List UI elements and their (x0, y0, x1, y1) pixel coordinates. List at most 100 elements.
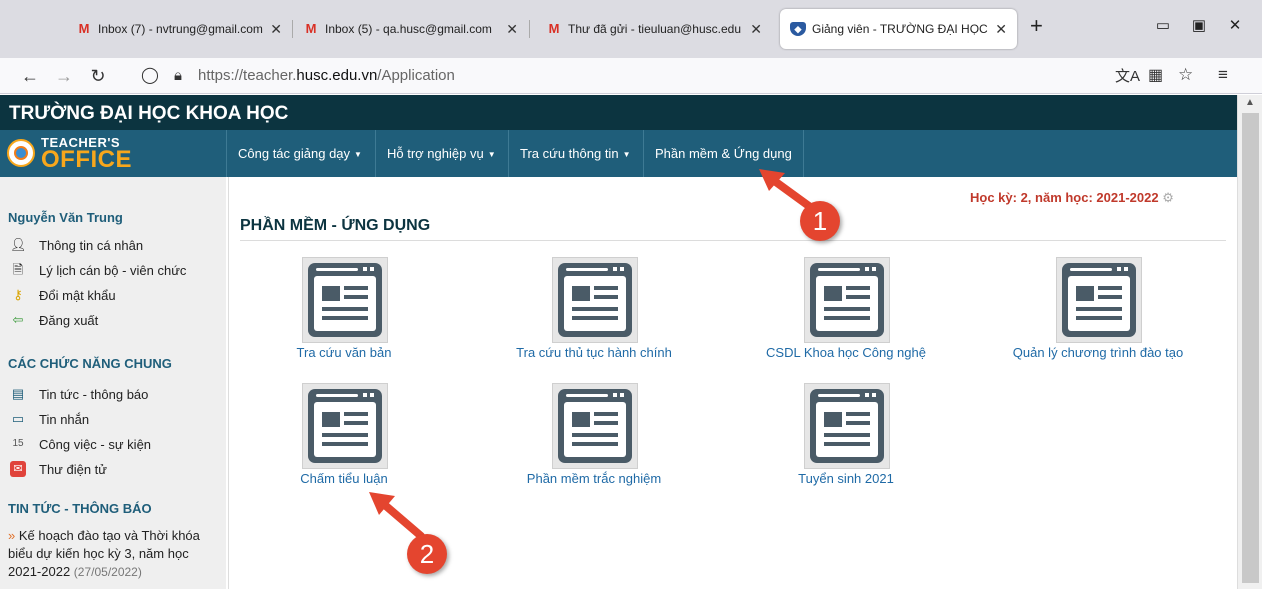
gmail-icon: M (305, 21, 317, 36)
url-prefix: https://teacher. (198, 67, 297, 84)
caret-down-icon: ▼ (622, 150, 631, 159)
sidebar: Nguyễn Văn Trung 👤︎ Thông tin cá nhân 🗎 Lý… (0, 177, 226, 589)
tab-title: Inbox (7) - nvtrung@gmail.com (98, 22, 263, 36)
new-tab-button[interactable]: + (1030, 15, 1043, 37)
app-label: Phần mềm trắc nghiệm (526, 471, 662, 486)
reload-icon[interactable]: ↻ (86, 64, 110, 88)
sidebar-item-change-password[interactable]: ⚷ Đổi mật khẩu (10, 286, 116, 304)
menu-label: Phần mềm & Ứng dụng (655, 146, 792, 161)
sidebar-item-personal-info[interactable]: 👤︎ Thông tin cá nhân (10, 236, 143, 254)
annotation-badge-2: 2 (407, 534, 447, 574)
sidebar-item-label: Công việc - sự kiện (39, 436, 152, 452)
sidebar-item-label: Đăng xuất (39, 312, 99, 328)
school-name: TRƯỜNG ĐẠI HỌC KHOA HỌC (0, 95, 1237, 130)
application-window-icon (302, 383, 388, 469)
application-window-icon (552, 257, 638, 343)
grid-icon[interactable]: ▦ (1148, 65, 1163, 85)
app-csdl-khcn[interactable]: CSDL Khoa học Công nghệ (731, 257, 961, 372)
close-icon[interactable]: ✕ (750, 21, 762, 38)
page-title: PHẦN MỀM - ỨNG DỤNG (240, 217, 1226, 241)
sidebar-item-label: Thông tin cá nhân (39, 237, 144, 253)
app-trac-nghiem[interactable]: Phần mềm trắc nghiệm (479, 383, 709, 498)
sidebar-item-label: Đổi mật khẩu (39, 287, 116, 303)
news-item[interactable]: » Kế hoạch đào tạo và Thời khóa biểu dự … (8, 527, 223, 581)
application-window-icon (804, 383, 890, 469)
star-icon[interactable]: ☆ (1178, 65, 1193, 85)
sidebar-item-cv[interactable]: 🗎 Lý lịch cán bộ - viên chức (10, 261, 187, 279)
document-icon: 🗎 (12, 262, 24, 277)
address-bar[interactable]: https://teacher.husc.edu.vn/Application (198, 67, 455, 84)
menu-ho-tro-nghiep-vu[interactable]: Hỗ trợ nghiệp vụ ▼ (375, 130, 507, 177)
key-icon: ⚷ (13, 287, 23, 302)
page-scrollbar[interactable]: ▲ (1237, 95, 1262, 589)
semester-text: Học kỳ: 2, năm học: 2021-2022 (970, 190, 1159, 205)
app-cham-tieu-luan[interactable]: Chấm tiểu luận (229, 383, 459, 498)
annotation-badge-1: 1 (800, 201, 840, 241)
sidebar-item-label: Thư điện tử (39, 461, 107, 477)
app-label: Quản lý chương trình đào tạo (1012, 345, 1184, 360)
tab-strip: M Inbox (7) - nvtrung@gmail.com ✕ M Inbo… (0, 0, 1262, 58)
nav-bar: ← → ↻ ◯ 🔒︎ https://teacher.husc.edu.vn/A… (0, 58, 1262, 94)
calendar-icon: 15 (12, 438, 24, 449)
menu-phan-mem-ung-dung[interactable]: Phần mềm & Ứng dụng (643, 130, 804, 177)
tab-title: Thư đã gửi - tieuluan@husc.edu (568, 22, 742, 36)
application-window-icon (552, 383, 638, 469)
forward-arrow-icon[interactable]: → (52, 64, 76, 88)
mail-icon: ✉ (10, 461, 26, 477)
tab-inbox-nvtrung[interactable]: M Inbox (7) - nvtrung@gmail.com ✕ (66, 9, 292, 49)
news-bullet-icon: » (8, 528, 16, 543)
main-menu: TEACHER'S OFFICE Công tác giảng dạy ▼ Hỗ … (0, 130, 1237, 177)
caret-down-icon: ▼ (354, 150, 362, 159)
logout-icon: ⇦ (12, 312, 24, 327)
url-path: /Application (377, 67, 455, 84)
app-tra-cuu-van-ban[interactable]: Tra cứu văn bản (229, 257, 459, 372)
semester-info: Học kỳ: 2, năm học: 2021-2022 ⚙ (970, 190, 1174, 206)
tab-inbox-qa[interactable]: M Inbox (5) - qa.husc@gmail.com ✕ (293, 9, 528, 49)
menu-cong-tac-giang-day[interactable]: Công tác giảng dạy ▼ (226, 130, 373, 177)
app-quan-ly-ctdt[interactable]: Quản lý chương trình đào tạo (983, 257, 1213, 372)
shield-outline-icon[interactable]: ◯ (138, 64, 162, 88)
back-arrow-icon[interactable]: ← (18, 64, 42, 88)
app-label: Chấm tiểu luận (300, 471, 388, 486)
lock-icon[interactable]: 🔒︎ (166, 64, 190, 88)
app-label: CSDL Khoa học Công nghệ (766, 345, 926, 360)
maximize-icon[interactable]: ▣ (1184, 14, 1214, 38)
minimize-icon[interactable]: ▭ (1148, 14, 1178, 38)
app-tra-cuu-thu-tuc[interactable]: Tra cứu thủ tục hành chính (479, 257, 709, 372)
close-icon[interactable]: ✕ (506, 21, 518, 38)
scrollbar-thumb[interactable] (1242, 113, 1259, 583)
scroll-up-icon[interactable]: ▲ (1245, 97, 1255, 108)
sidebar-item-tasks-events[interactable]: 15 Công việc - sự kiện (10, 435, 151, 453)
menu-label: Công tác giảng dạy (238, 146, 351, 161)
close-icon[interactable]: ✕ (270, 21, 282, 38)
sidebar-item-label: Tin tức - thông báo (39, 386, 149, 402)
sidebar-item-label: Lý lịch cán bộ - viên chức (39, 262, 187, 278)
app-tuyen-sinh-2021[interactable]: Tuyển sinh 2021 (731, 383, 961, 498)
url-domain: husc.edu.vn (296, 67, 378, 84)
tab-giang-vien[interactable]: ◆ Giảng viên - TRƯỜNG ĐẠI HỌC ✕ (780, 9, 1017, 49)
teachers-office-logo[interactable]: TEACHER'S OFFICE (0, 130, 226, 177)
gear-icon[interactable]: ⚙ (1162, 190, 1174, 205)
app-label: Tra cứu thủ tục hành chính (516, 345, 672, 360)
news-date: (27/05/2022) (73, 565, 142, 579)
sidebar-item-messages[interactable]: ▭ Tin nhắn (10, 410, 89, 428)
close-icon[interactable]: ✕ (995, 21, 1007, 38)
app-label: Tra cứu văn bản (296, 345, 392, 360)
application-window-icon (1056, 257, 1142, 343)
application-window-icon (302, 257, 388, 343)
person-icon: 👤︎ (10, 237, 27, 252)
common-functions-heading: CÁC CHỨC NĂNG CHUNG (8, 356, 172, 371)
sidebar-item-logout[interactable]: ⇦ Đăng xuất (10, 311, 99, 329)
menu-icon[interactable]: ≡ (1218, 65, 1228, 85)
logo-line2: OFFICE (41, 146, 132, 173)
app-label: Tuyển sinh 2021 (798, 471, 894, 486)
menu-tra-cuu-thong-tin[interactable]: Tra cứu thông tin ▼ (508, 130, 641, 177)
translate-icon[interactable]: 文A (1115, 65, 1140, 86)
shield-icon: ◆ (790, 22, 806, 36)
sidebar-item-email[interactable]: ✉ Thư điện tử (10, 460, 107, 478)
window-close-icon[interactable]: ✕ (1220, 14, 1250, 38)
main-panel: PHẦN MỀM - ỨNG DỤNG Tra cứu văn bản Tra … (228, 177, 1237, 589)
news-icon: ▤ (11, 386, 25, 401)
sidebar-item-news[interactable]: ▤ Tin tức - thông báo (10, 385, 149, 403)
tab-sent-mail[interactable]: M Thư đã gửi - tieuluan@husc.edu ✕ (536, 9, 772, 49)
